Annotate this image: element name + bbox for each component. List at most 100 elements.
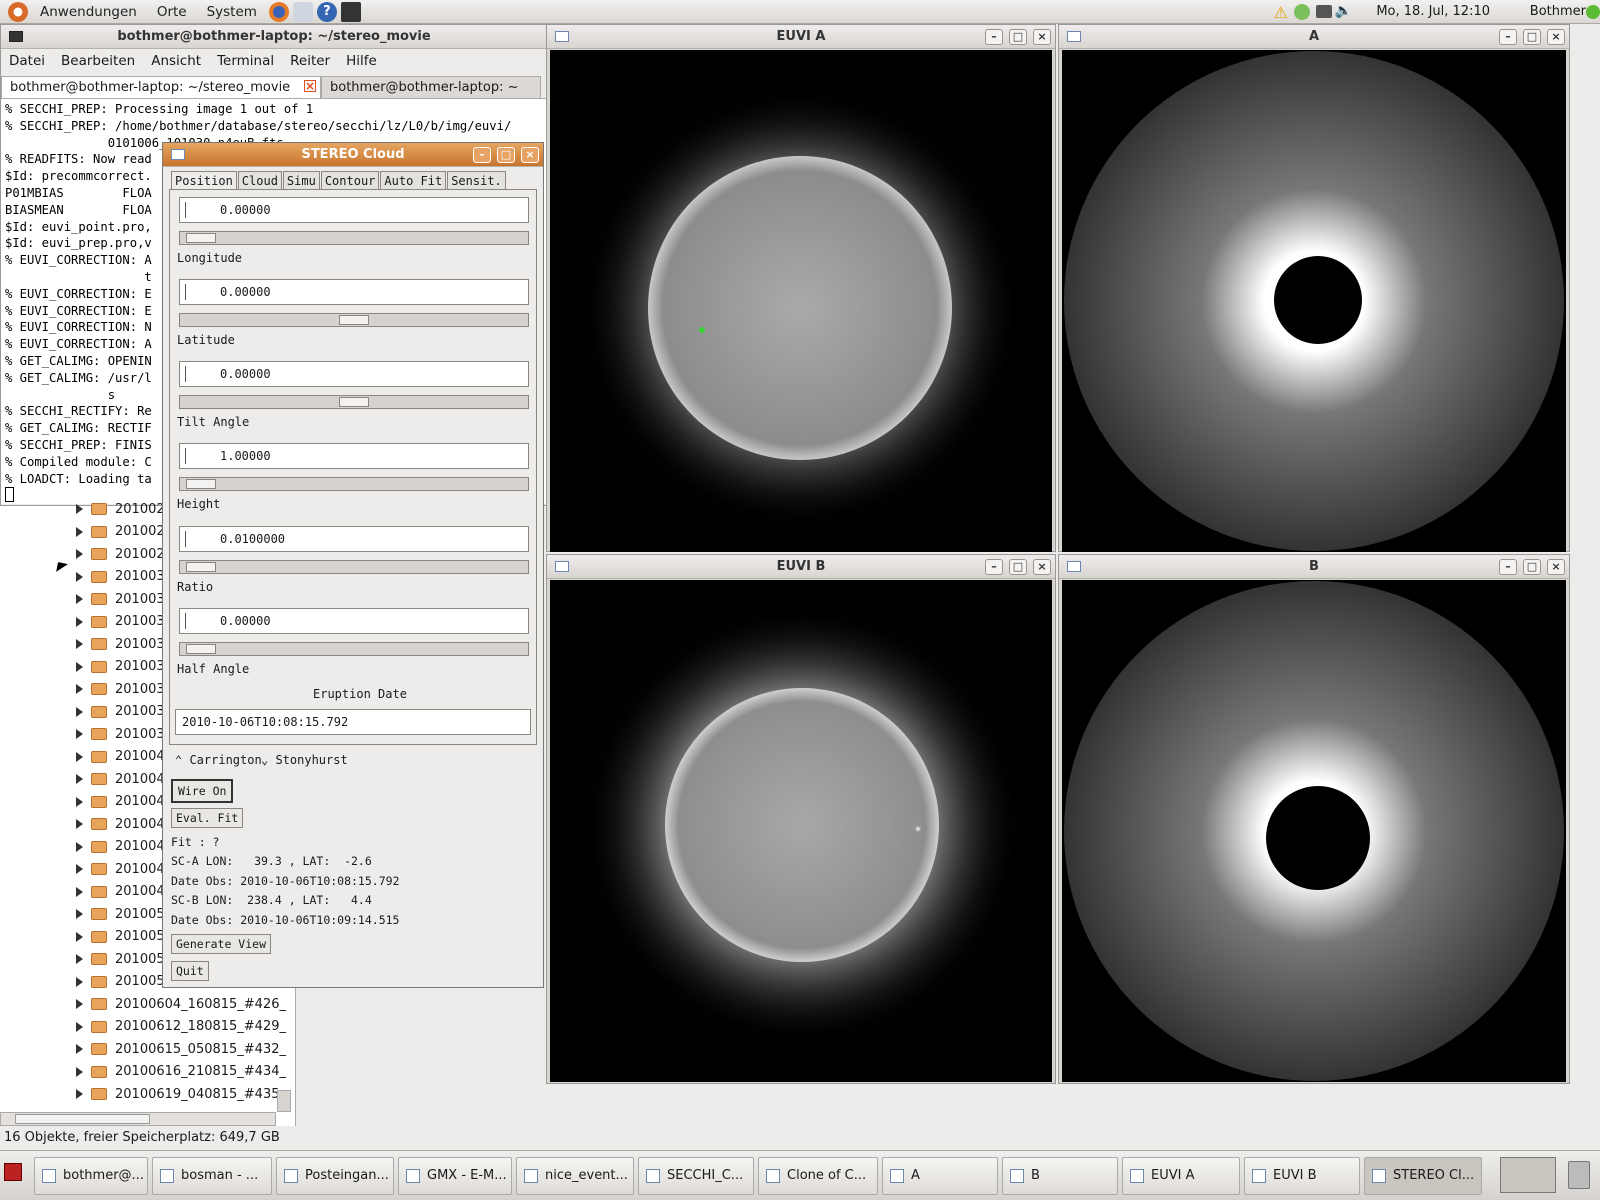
tab-stereo-movie[interactable]: bothmer@bothmer-laptop: ~/stereo_movie ×	[1, 76, 321, 98]
maximize-button[interactable]: □	[1009, 559, 1027, 575]
close-tab-icon[interactable]: ×	[304, 80, 316, 92]
taskbar-button[interactable]: A	[882, 1157, 998, 1195]
expand-triangle-icon[interactable]	[76, 841, 83, 852]
param-input-3[interactable]: 1.00000	[179, 443, 529, 469]
folder-row[interactable]: 20100604_160815_#426_	[0, 993, 295, 1016]
param-slider-1[interactable]	[179, 313, 529, 327]
taskbar-button[interactable]: GMX - E-M...	[398, 1157, 512, 1195]
close-button[interactable]: ×	[1033, 559, 1051, 575]
taskbar-button[interactable]: B	[1002, 1157, 1118, 1195]
vertical-scrollbar[interactable]	[277, 1090, 291, 1112]
carrington-radio[interactable]: ⌃ Carrington	[175, 753, 262, 767]
param-input-1[interactable]: 0.00000	[179, 279, 529, 305]
folder-row[interactable]: 20100616_210815_#434_	[0, 1061, 295, 1084]
taskbar-button[interactable]: SECCHI_C...	[638, 1157, 754, 1195]
param-input-2[interactable]: 0.00000	[179, 361, 529, 387]
expand-triangle-icon[interactable]	[76, 774, 83, 785]
tab-sensit[interactable]: Sensit.	[447, 171, 506, 190]
taskbar-button[interactable]: Clone of C...	[758, 1157, 878, 1195]
menu-system[interactable]: System	[197, 4, 267, 20]
slider-thumb[interactable]	[339, 315, 369, 325]
terminal-titlebar[interactable]: bothmer@bothmer-laptop: ~/stereo_movie	[1, 25, 547, 49]
generate-view-button[interactable]: Generate View	[171, 934, 272, 954]
minimize-button[interactable]: –	[1499, 559, 1517, 575]
maximize-button[interactable]: □	[497, 147, 515, 163]
tab-cloud[interactable]: Cloud	[237, 171, 282, 190]
expand-triangle-icon[interactable]	[76, 931, 83, 942]
expand-triangle-icon[interactable]	[76, 661, 83, 672]
slider-thumb[interactable]	[186, 644, 217, 654]
expand-triangle-icon[interactable]	[76, 999, 83, 1010]
euvi-a-titlebar[interactable]: EUVI A – □ ×	[547, 25, 1055, 49]
slider-thumb[interactable]	[339, 397, 369, 407]
taskbar-button[interactable]: bothmer@...	[34, 1157, 148, 1195]
tab-simu[interactable]: Simu	[282, 171, 320, 190]
horizontal-scrollbar[interactable]	[0, 1112, 276, 1126]
ubuntu-logo-icon[interactable]	[8, 1, 28, 22]
coronagraph-a-image[interactable]	[1062, 50, 1566, 552]
folder-row[interactable]: 20100615_050815_#432_	[0, 1038, 295, 1061]
eruption-date-input[interactable]: 2010-10-06T10:08:15.792	[175, 709, 531, 735]
menu-terminal[interactable]: Terminal	[209, 53, 282, 69]
a-titlebar[interactable]: A – □ ×	[1059, 25, 1569, 49]
slider-thumb[interactable]	[186, 479, 217, 489]
eval-fit-button[interactable]: Eval. Fit	[171, 808, 244, 828]
close-button[interactable]: ×	[521, 147, 539, 163]
menu-reiter[interactable]: Reiter	[282, 53, 338, 69]
coronagraph-b-image[interactable]	[1062, 580, 1566, 1082]
maximize-button[interactable]: □	[1009, 29, 1027, 45]
expand-triangle-icon[interactable]	[76, 976, 83, 987]
param-slider-0[interactable]	[179, 231, 529, 245]
display-icon[interactable]	[1316, 5, 1332, 18]
menu-bearbeiten[interactable]: Bearbeiten	[53, 53, 143, 69]
volume-icon[interactable]: 🔈	[1335, 3, 1352, 19]
network-icon[interactable]	[1294, 4, 1310, 20]
quit-button[interactable]: Quit	[171, 961, 209, 981]
expand-triangle-icon[interactable]	[76, 504, 83, 515]
tab-position[interactable]: Position	[171, 171, 237, 190]
minimize-button[interactable]: –	[473, 147, 491, 163]
tab-auto-fit[interactable]: Auto Fit	[380, 171, 447, 190]
param-slider-5[interactable]	[179, 642, 529, 656]
clock[interactable]: Mo, 18. Jul, 12:10	[1376, 4, 1490, 19]
warning-icon[interactable]: ⚠	[1274, 3, 1288, 22]
user-menu[interactable]: Bothmer	[1530, 4, 1586, 19]
expand-triangle-icon[interactable]	[76, 1066, 83, 1077]
expand-triangle-icon[interactable]	[76, 639, 83, 650]
menu-hilfe[interactable]: Hilfe	[338, 53, 385, 69]
param-slider-2[interactable]	[179, 395, 529, 409]
menu-datei[interactable]: Datei	[1, 53, 53, 69]
minimize-button[interactable]: –	[985, 29, 1003, 45]
expand-triangle-icon[interactable]	[76, 886, 83, 897]
taskbar-button[interactable]: EUVI B	[1244, 1157, 1360, 1195]
expand-triangle-icon[interactable]	[76, 864, 83, 875]
expand-triangle-icon[interactable]	[76, 549, 83, 560]
expand-triangle-icon[interactable]	[76, 1021, 83, 1032]
expand-triangle-icon[interactable]	[76, 751, 83, 762]
expand-triangle-icon[interactable]	[76, 1044, 83, 1055]
expand-triangle-icon[interactable]	[76, 819, 83, 830]
param-input-5[interactable]: 0.00000	[179, 608, 529, 634]
param-slider-4[interactable]	[179, 560, 529, 574]
tab-home[interactable]: bothmer@bothmer-laptop: ~	[321, 76, 541, 98]
wire-on-button[interactable]: Wire On	[171, 779, 234, 803]
tab-contour[interactable]: Contour	[320, 171, 380, 190]
expand-triangle-icon[interactable]	[76, 594, 83, 605]
menu-ansicht[interactable]: Ansicht	[143, 53, 209, 69]
expand-triangle-icon[interactable]	[76, 616, 83, 627]
trash-icon[interactable]	[1568, 1161, 1590, 1189]
expand-triangle-icon[interactable]	[76, 1089, 83, 1100]
close-button[interactable]: ×	[1547, 559, 1565, 575]
folder-row[interactable]: 20100612_180815_#429_	[0, 1016, 295, 1039]
workspace-switcher[interactable]	[1500, 1157, 1556, 1193]
expand-triangle-icon[interactable]	[76, 706, 83, 717]
expand-triangle-icon[interactable]	[76, 729, 83, 740]
param-input-0[interactable]: 0.00000	[179, 197, 529, 223]
param-slider-3[interactable]	[179, 477, 529, 491]
expand-triangle-icon[interactable]	[76, 954, 83, 965]
show-desktop-icon[interactable]	[4, 1163, 22, 1181]
folder-row[interactable]: 20100619_040815_#435_	[0, 1083, 295, 1106]
firefox-icon[interactable]	[268, 1, 289, 22]
close-button[interactable]: ×	[1547, 29, 1565, 45]
stonyhurst-radio[interactable]: ⌄ Stonyhurst	[261, 753, 348, 767]
